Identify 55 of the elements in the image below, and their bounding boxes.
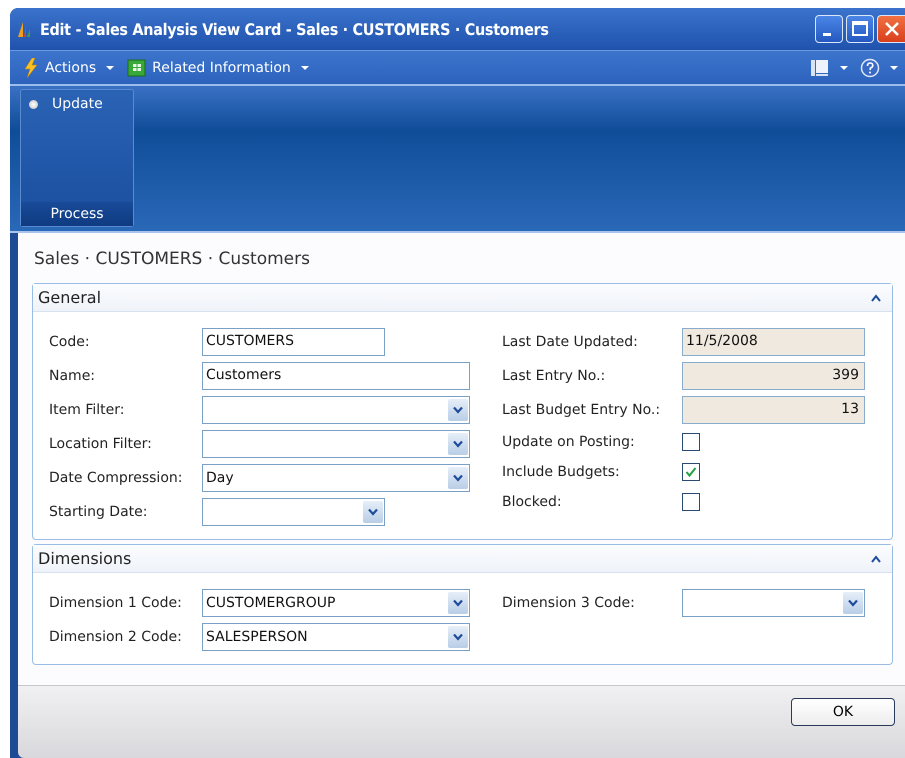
input-field[interactable]: Customers — [202, 362, 470, 390]
checkbox[interactable] — [682, 433, 700, 451]
caret-icon — [106, 66, 114, 70]
field-label: Starting Date: — [49, 504, 148, 520]
caret-icon — [840, 66, 848, 70]
field-label: Blocked: — [502, 494, 563, 510]
ribbon-group-label: Process — [21, 202, 133, 226]
dropdown-field[interactable] — [682, 589, 865, 617]
section-title: Dimensions — [38, 549, 132, 568]
field-label: Dimension 3 Code: — [502, 595, 636, 611]
field-label: Location Filter: — [49, 436, 153, 452]
dropdown-field[interactable]: CUSTOMERGROUP — [202, 589, 470, 617]
section-header[interactable]: General — [33, 284, 892, 312]
field-label: Dimension 1 Code: — [49, 595, 183, 611]
dropdown-field[interactable] — [202, 498, 385, 526]
field-label: Dimension 2 Code: — [49, 629, 183, 645]
field-label: Last Entry No.: — [502, 368, 606, 384]
help-icon — [860, 58, 880, 78]
page-title: Sales · CUSTOMERS · Customers — [33, 248, 311, 271]
field-label: Name: — [49, 368, 96, 384]
ok-button[interactable]: OK — [791, 698, 895, 726]
close-button[interactable] — [877, 15, 905, 43]
ribbon-action[interactable]: Update — [29, 96, 103, 112]
field-label: Last Budget Entry No.: — [502, 402, 662, 418]
minimize-button[interactable] — [815, 15, 843, 43]
panel-icon — [810, 58, 830, 78]
readonly-field: 13 — [682, 396, 865, 424]
field-label: Include Budgets: — [502, 464, 621, 480]
dropdown-field[interactable] — [202, 430, 470, 458]
checkbox[interactable] — [682, 493, 700, 511]
lightning-icon — [23, 58, 39, 78]
dropdown-field[interactable]: SALESPERSON — [202, 623, 470, 651]
input-field[interactable]: CUSTOMERS — [202, 328, 385, 356]
window-title: Edit - Sales Analysis View Card - Sales · CUSTOMERS · Customers — [40, 20, 550, 38]
dropdown-field[interactable]: Day — [202, 464, 470, 492]
field-label: Item Filter: — [49, 402, 126, 418]
checkbox[interactable] — [682, 463, 700, 481]
maximize-button[interactable] — [846, 15, 874, 43]
readonly-field: 399 — [682, 362, 865, 390]
field-label: Date Compression: — [49, 470, 184, 486]
menu-button[interactable]: Actions — [20, 56, 118, 80]
menu-button[interactable]: Related Information — [123, 56, 312, 78]
caret-icon — [890, 66, 898, 70]
chevron-up-icon[interactable] — [870, 294, 882, 302]
chevron-up-icon[interactable] — [870, 554, 882, 562]
field-label: Last Date Updated: — [502, 334, 639, 350]
grid-book-icon — [126, 58, 146, 76]
caret-icon — [300, 66, 309, 70]
dropdown-field[interactable] — [202, 396, 470, 424]
readonly-field: 11/5/2008 — [682, 328, 865, 356]
minimize-icon — [823, 33, 831, 36]
field-label: Code: — [49, 334, 91, 350]
section-title: General — [38, 288, 102, 307]
field-label: Update on Posting: — [502, 434, 636, 450]
section-header[interactable]: Dimensions — [33, 545, 892, 573]
